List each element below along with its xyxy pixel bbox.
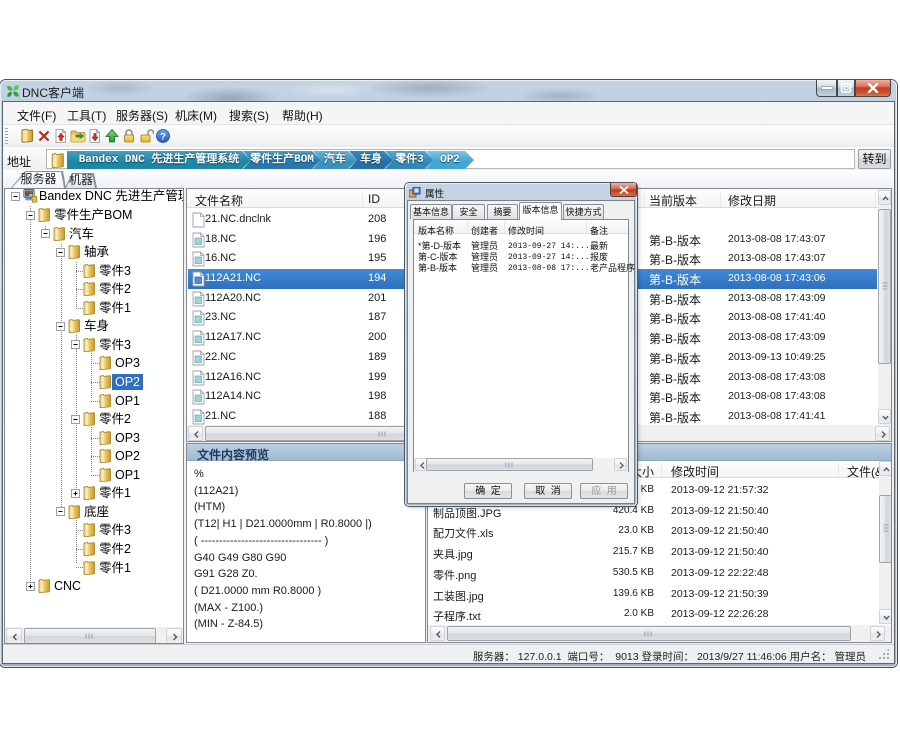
- svg-text:?: ?: [160, 132, 166, 143]
